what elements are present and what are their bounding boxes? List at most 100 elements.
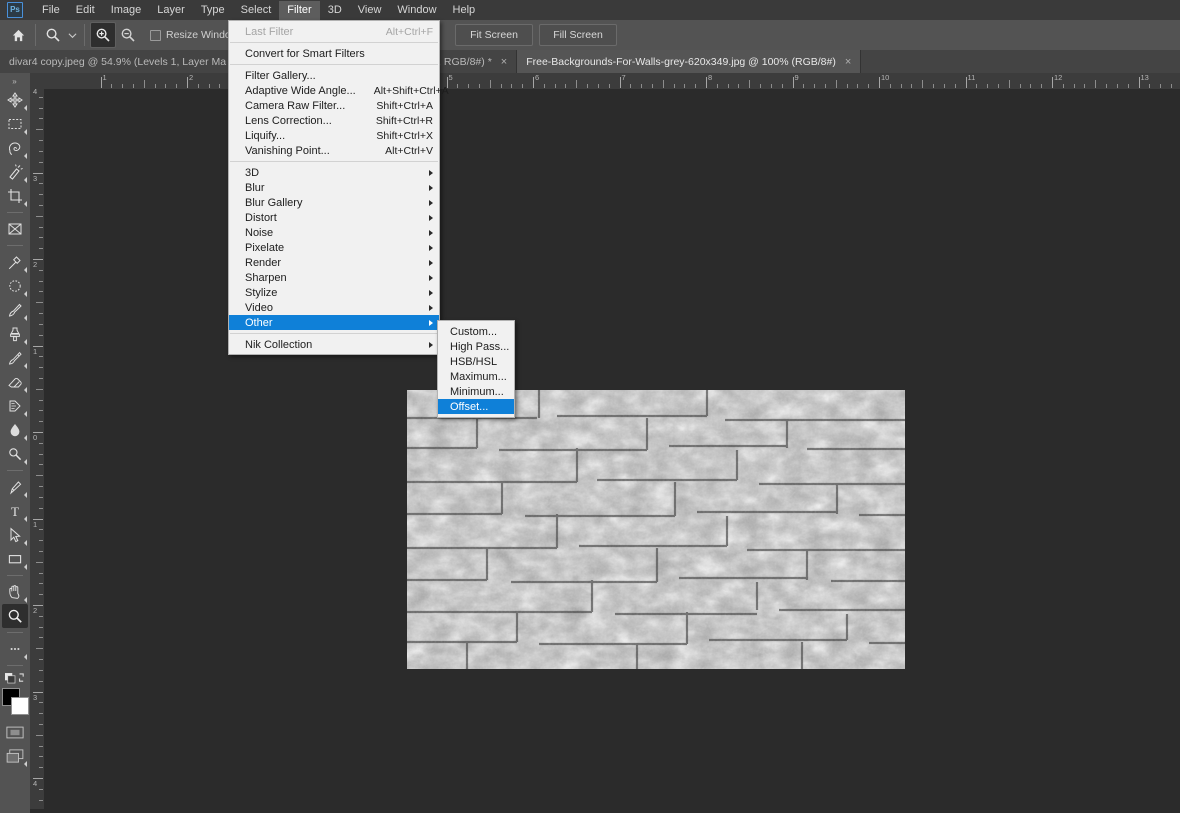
- menu-item-label: Lens Correction...: [245, 114, 332, 127]
- filter-menu-item-video[interactable]: Video: [229, 300, 439, 315]
- filter-menu-item-noise[interactable]: Noise: [229, 225, 439, 240]
- menu-item-label: 3D: [245, 166, 260, 179]
- screen-mode-icon[interactable]: [2, 744, 28, 768]
- fill-screen-button[interactable]: Fill Screen: [539, 24, 617, 46]
- other-submenu-item-custom[interactable]: Custom...: [438, 324, 514, 339]
- type-tool-icon[interactable]: T: [2, 499, 28, 523]
- close-icon[interactable]: ×: [845, 56, 851, 67]
- color-swatches[interactable]: [2, 688, 29, 715]
- zoom-out-icon[interactable]: [116, 23, 140, 47]
- document-image[interactable]: [407, 390, 905, 669]
- menu-3d[interactable]: 3D: [320, 1, 350, 20]
- home-icon[interactable]: [6, 23, 30, 47]
- hand-tool-icon[interactable]: [2, 580, 28, 604]
- spot-healing-brush-tool-icon[interactable]: [2, 274, 28, 298]
- crop-tool-icon[interactable]: [2, 184, 28, 208]
- filter-menu-item-3d[interactable]: 3D: [229, 165, 439, 180]
- filter-menu-item-pixelate[interactable]: Pixelate: [229, 240, 439, 255]
- tool-preset-chevron-icon[interactable]: [65, 23, 79, 47]
- quick-selection-tool-icon[interactable]: [2, 160, 28, 184]
- ruler-minor-tick: [39, 713, 43, 715]
- lasso-tool-icon[interactable]: [2, 136, 28, 160]
- ruler-minor-tick: [39, 496, 43, 498]
- canvas-area[interactable]: [44, 89, 1180, 809]
- tool-submenu-indicator: [21, 267, 27, 273]
- menu-window[interactable]: Window: [389, 1, 444, 20]
- menu-item-shortcut: Alt+Shift+Ctrl+A: [373, 84, 449, 97]
- menu-file[interactable]: File: [34, 1, 68, 20]
- menu-bar: Ps File Edit Image Layer Type Select Filter 3D V…: [0, 0, 1180, 20]
- eyedropper-tool-icon[interactable]: [2, 250, 28, 274]
- menu-edit[interactable]: Edit: [68, 1, 103, 20]
- other-submenu-item-offset[interactable]: Offset...: [438, 399, 514, 414]
- filter-menu-item-last-filter[interactable]: Last Filter Alt+Ctrl+F: [229, 24, 439, 39]
- ruler-tick: [100, 77, 102, 88]
- path-selection-tool-icon[interactable]: [2, 523, 28, 547]
- filter-menu-item-liquify[interactable]: Liquify... Shift+Ctrl+X: [229, 128, 439, 143]
- ruler-minor-tick: [1019, 84, 1021, 88]
- toolbar-grabber-icon[interactable]: »: [12, 77, 17, 86]
- zoom-in-icon[interactable]: [90, 22, 116, 48]
- zoom-tool-icon[interactable]: [41, 23, 65, 47]
- fit-screen-button[interactable]: Fit Screen: [455, 24, 533, 46]
- filter-menu-item-blur[interactable]: Blur: [229, 180, 439, 195]
- ruler-minor-tick: [39, 410, 43, 412]
- frame-tool-icon[interactable]: [2, 217, 28, 241]
- document-tab[interactable]: Free-Backgrounds-For-Walls-grey-620x349.…: [517, 50, 862, 73]
- other-submenu-item-maximum[interactable]: Maximum...: [438, 369, 514, 384]
- menu-item-label: Camera Raw Filter...: [245, 99, 346, 112]
- filter-menu-item-camera-raw-filter[interactable]: Camera Raw Filter... Shift+Ctrl+A: [229, 98, 439, 113]
- filter-menu-item-lens-correction[interactable]: Lens Correction... Shift+Ctrl+R: [229, 113, 439, 128]
- tool-submenu-indicator: [21, 291, 27, 297]
- filter-menu-item-other[interactable]: Other: [229, 315, 439, 330]
- filter-other-submenu[interactable]: Custom... High Pass... HSB/HSL Maximum... Mi…: [437, 320, 515, 418]
- marquee-tool-icon[interactable]: [2, 112, 28, 136]
- edit-toolbar-button-icon[interactable]: [2, 637, 28, 661]
- document-tab[interactable]: divar4 copy.jpeg @ 54.9% (Levels 1, Laye…: [0, 50, 252, 73]
- eraser-tool-icon[interactable]: [2, 370, 28, 394]
- toolbar-separator: [7, 212, 23, 213]
- filter-menu-item-sharpen[interactable]: Sharpen: [229, 270, 439, 285]
- menu-type[interactable]: Type: [193, 1, 233, 20]
- filter-menu-item-convert-for-smart-filters[interactable]: Convert for Smart Filters: [229, 46, 439, 61]
- menu-filter[interactable]: Filter: [279, 0, 320, 20]
- zoom-tool-icon[interactable]: [2, 604, 28, 628]
- ruler-minor-tick: [1095, 80, 1097, 88]
- move-tool-icon[interactable]: [2, 88, 28, 112]
- blur-tool-icon[interactable]: [2, 418, 28, 442]
- filter-menu-item-blur-gallery[interactable]: Blur Gallery: [229, 195, 439, 210]
- other-submenu-item-high-pass[interactable]: High Pass...: [438, 339, 514, 354]
- history-brush-tool-icon[interactable]: [2, 346, 28, 370]
- filter-menu-item-stylize[interactable]: Stylize: [229, 285, 439, 300]
- ruler-label: 10: [881, 73, 890, 82]
- filter-menu-item-adaptive-wide-angle[interactable]: Adaptive Wide Angle... Alt+Shift+Ctrl+A: [229, 83, 449, 98]
- gradient-tool-icon[interactable]: [2, 394, 28, 418]
- menu-item-label: Stylize: [245, 286, 278, 299]
- tool-list: T: [2, 88, 28, 661]
- wall-texture-image: [407, 390, 905, 669]
- close-icon[interactable]: ×: [501, 56, 507, 67]
- filter-menu-item-distort[interactable]: Distort: [229, 210, 439, 225]
- menu-layer[interactable]: Layer: [149, 1, 193, 20]
- menu-help[interactable]: Help: [445, 1, 484, 20]
- default-colors-icon[interactable]: [2, 670, 28, 686]
- menu-select[interactable]: Select: [233, 1, 280, 20]
- dodge-tool-icon[interactable]: [2, 442, 28, 466]
- resize-windows-checkbox-box[interactable]: [150, 29, 161, 41]
- background-color-swatch[interactable]: [11, 697, 29, 715]
- filter-menu-item-vanishing-point[interactable]: Vanishing Point... Alt+Ctrl+V: [229, 143, 439, 158]
- quick-mask-icon[interactable]: [2, 720, 28, 744]
- other-submenu-item-minimum[interactable]: Minimum...: [438, 384, 514, 399]
- ruler-minor-tick: [219, 84, 221, 88]
- filter-menu[interactable]: Last Filter Alt+Ctrl+F Convert for Smart F…: [228, 20, 449, 355]
- brush-tool-icon[interactable]: [2, 298, 28, 322]
- rectangle-tool-icon[interactable]: [2, 547, 28, 571]
- filter-menu-item-nik-collection[interactable]: Nik Collection: [229, 337, 439, 352]
- clone-stamp-tool-icon[interactable]: [2, 322, 28, 346]
- pen-tool-icon[interactable]: [2, 475, 28, 499]
- menu-image[interactable]: Image: [103, 1, 150, 20]
- other-submenu-item-hsb-hsl[interactable]: HSB/HSL: [438, 354, 514, 369]
- filter-menu-item-filter-gallery[interactable]: Filter Gallery...: [229, 68, 439, 83]
- menu-view[interactable]: View: [350, 1, 390, 20]
- filter-menu-item-render[interactable]: Render: [229, 255, 439, 270]
